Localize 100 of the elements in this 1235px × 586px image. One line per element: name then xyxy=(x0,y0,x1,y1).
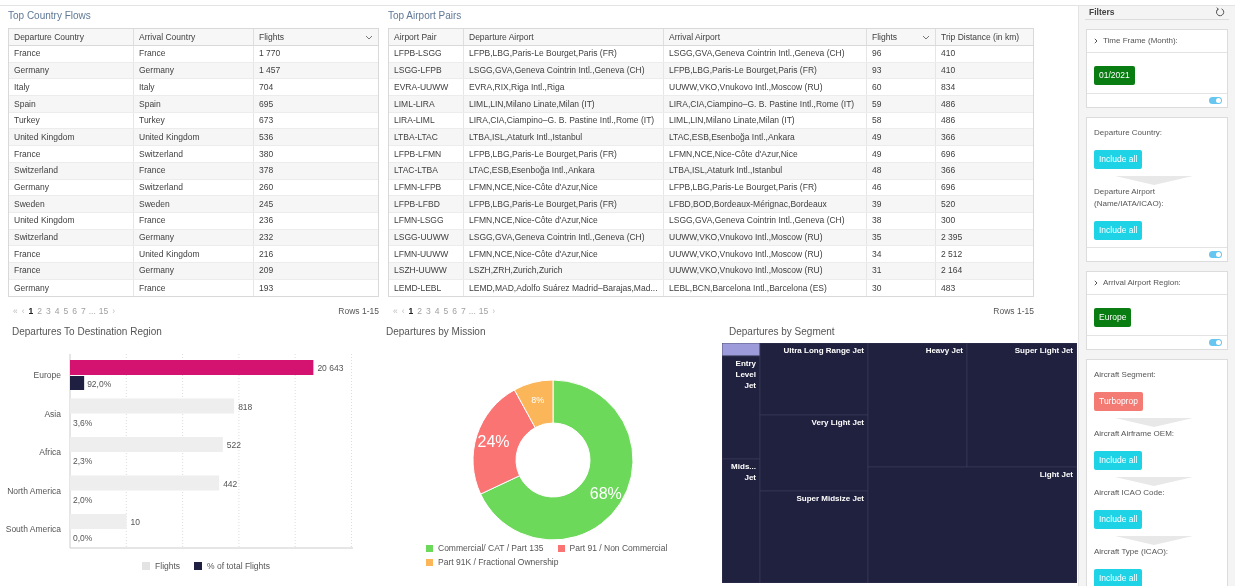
previous-page-link[interactable]: ‹ xyxy=(20,305,26,319)
column-header[interactable]: Flights xyxy=(867,29,936,45)
header-label: Departure Country xyxy=(14,30,84,44)
table-cell-text: 486 xyxy=(940,97,957,111)
page-link[interactable]: 1 xyxy=(407,305,415,319)
filter-label: Departure Country: xyxy=(1094,126,1164,139)
next-page-link[interactable]: › xyxy=(111,305,117,319)
toggle-switch[interactable] xyxy=(1209,338,1222,346)
table-cell: LSGG-UUWW xyxy=(389,229,464,246)
table-cell: LFMN,NCE,Nice-Côte d'Azur,Nice xyxy=(464,212,664,229)
table-cell: France xyxy=(9,146,134,162)
first-page-link[interactable]: « xyxy=(12,305,19,319)
table-cell: Switzerland xyxy=(9,229,134,246)
toggle-switch[interactable] xyxy=(1209,250,1222,258)
next-page-link[interactable]: › xyxy=(491,305,497,319)
filter-chip[interactable]: Include all xyxy=(1094,149,1143,169)
table-cell: LSGG,GVA,Geneva Cointrin Intl.,Geneva (CH) xyxy=(664,212,867,229)
page-link[interactable]: 2 xyxy=(416,305,424,319)
table-cell-text: 695 xyxy=(258,97,275,111)
table-cell: LIRA,CIA,Ciampino–G. B. Pastine Intl.,Rome (IT) xyxy=(664,96,867,112)
filter-chip[interactable]: Include all xyxy=(1094,220,1143,240)
tile-label: Ultra Long Range Jet xyxy=(783,346,864,355)
table-cell: Spain xyxy=(134,96,254,112)
table-cell: France xyxy=(9,46,134,62)
table-cell: France xyxy=(134,212,254,229)
legend-label: Flights xyxy=(155,560,181,573)
header-label: Flights xyxy=(259,30,285,44)
page-link[interactable]: 1 xyxy=(27,305,35,319)
table-cell: LIML,LIN,Milano Linate,Milan (IT) xyxy=(664,112,867,129)
table-cell-text: 520 xyxy=(940,197,957,211)
table-cell: LFPB,LBG,Paris-Le Bourget,Paris (FR) xyxy=(664,179,867,196)
category-label: Africa xyxy=(39,447,61,457)
page-link[interactable]: 6 xyxy=(71,305,78,319)
page-link[interactable]: 5 xyxy=(62,305,70,319)
first-page-link[interactable]: « xyxy=(392,305,399,319)
page-link[interactable]: 3 xyxy=(425,305,432,319)
category-label: South America xyxy=(5,524,61,534)
rows-info: Rows 1-15 xyxy=(993,305,1034,319)
filter-chip[interactable]: Include all xyxy=(1094,568,1143,586)
table-cell: LFMN-UUWW xyxy=(389,246,464,262)
table-cell: LSZH,ZRH,Zurich,Zurich xyxy=(464,262,664,279)
category-label: Europe xyxy=(33,370,61,380)
page-link[interactable]: 6 xyxy=(451,305,458,319)
chevron-icon[interactable] xyxy=(1094,37,1098,44)
table-cell: LEMD-LEBL xyxy=(389,279,464,297)
table-cell: Italy xyxy=(9,79,134,96)
filter-chip[interactable]: Turboprop xyxy=(1094,391,1143,411)
table-cell: LSGG-LFPB xyxy=(389,62,464,79)
column-header[interactable]: Airport Pair xyxy=(389,29,464,45)
section-title: Top Airport Pairs xyxy=(388,9,463,23)
column-header[interactable]: Flights xyxy=(254,29,378,45)
table-cell: Germany xyxy=(9,62,134,79)
table-cell: Sweden xyxy=(134,196,254,212)
column-header[interactable]: Departure Country xyxy=(9,29,134,45)
column-header[interactable]: Departure Airport xyxy=(464,29,664,45)
page-link[interactable]: 5 xyxy=(442,305,450,319)
table-cell: LSGG,GVA,Geneva Cointrin Intl.,Geneva (CH) xyxy=(464,229,664,246)
page-link[interactable]: 4 xyxy=(433,305,441,319)
table-cell: 49 xyxy=(867,146,936,162)
column-header[interactable]: Trip Distance (in km) xyxy=(936,29,1033,45)
page-link[interactable]: 4 xyxy=(53,305,61,319)
filter-chip[interactable]: Europe xyxy=(1094,307,1132,327)
filter-chip[interactable]: Include all xyxy=(1094,509,1143,529)
table-cell: Spain xyxy=(9,96,134,112)
page-link[interactable]: 3 xyxy=(45,305,52,319)
filter-label: Arrival Airport Region: xyxy=(1103,276,1182,289)
section-title: Top Country Flows xyxy=(8,9,92,23)
page-link[interactable]: 2 xyxy=(36,305,44,319)
table-cell: 93 xyxy=(867,62,936,79)
toggle-switch[interactable] xyxy=(1209,96,1222,104)
page-link[interactable]: 7 xyxy=(80,305,87,319)
page-link[interactable]: 7 xyxy=(460,305,467,319)
table-cell-text: 209 xyxy=(258,264,275,278)
header-label: Flights xyxy=(872,30,898,44)
table-cell: 46 xyxy=(867,179,936,196)
page-link[interactable]: 15 xyxy=(477,305,490,319)
tile-label: Entry Level Jet xyxy=(735,359,756,390)
legend-label: % of total Flights xyxy=(207,560,270,573)
chart-title: Departures by Mission xyxy=(386,325,487,339)
table-cell-text: 193 xyxy=(258,281,275,295)
table-cell: Switzerland xyxy=(134,146,254,162)
column-header[interactable]: Arrival Country xyxy=(134,29,254,45)
chevron-icon[interactable] xyxy=(1094,279,1098,286)
panel-title: Filters xyxy=(1089,6,1115,19)
header-label: Airport Pair xyxy=(394,30,437,44)
page-link[interactable]: 15 xyxy=(97,305,110,319)
tile-label: Mids... Jet xyxy=(731,462,756,482)
table-cell: Germany xyxy=(134,62,254,79)
table-cell-text: 366 xyxy=(940,130,957,144)
filter-chip[interactable]: Include all xyxy=(1094,450,1143,470)
table-cell-text: 673 xyxy=(258,114,275,128)
previous-page-link[interactable]: ‹ xyxy=(400,305,406,319)
column-header[interactable]: Arrival Airport xyxy=(664,29,867,45)
reset-icon[interactable] xyxy=(1215,7,1225,18)
legend-label: Commercial/ CAT / Part 135 xyxy=(438,542,544,555)
filter-chip[interactable]: 01/2021 xyxy=(1094,65,1135,85)
table-cell: LIML,LIN,Milano Linate,Milan (IT) xyxy=(464,96,664,112)
category-label: Asia xyxy=(44,408,61,419)
table-cell: LSGG,GVA,Geneva Cointrin Intl.,Geneva (CH) xyxy=(664,46,867,62)
table-cell: LEBL,BCN,Barcelona Intl.,Barcelona (ES) xyxy=(664,279,867,297)
